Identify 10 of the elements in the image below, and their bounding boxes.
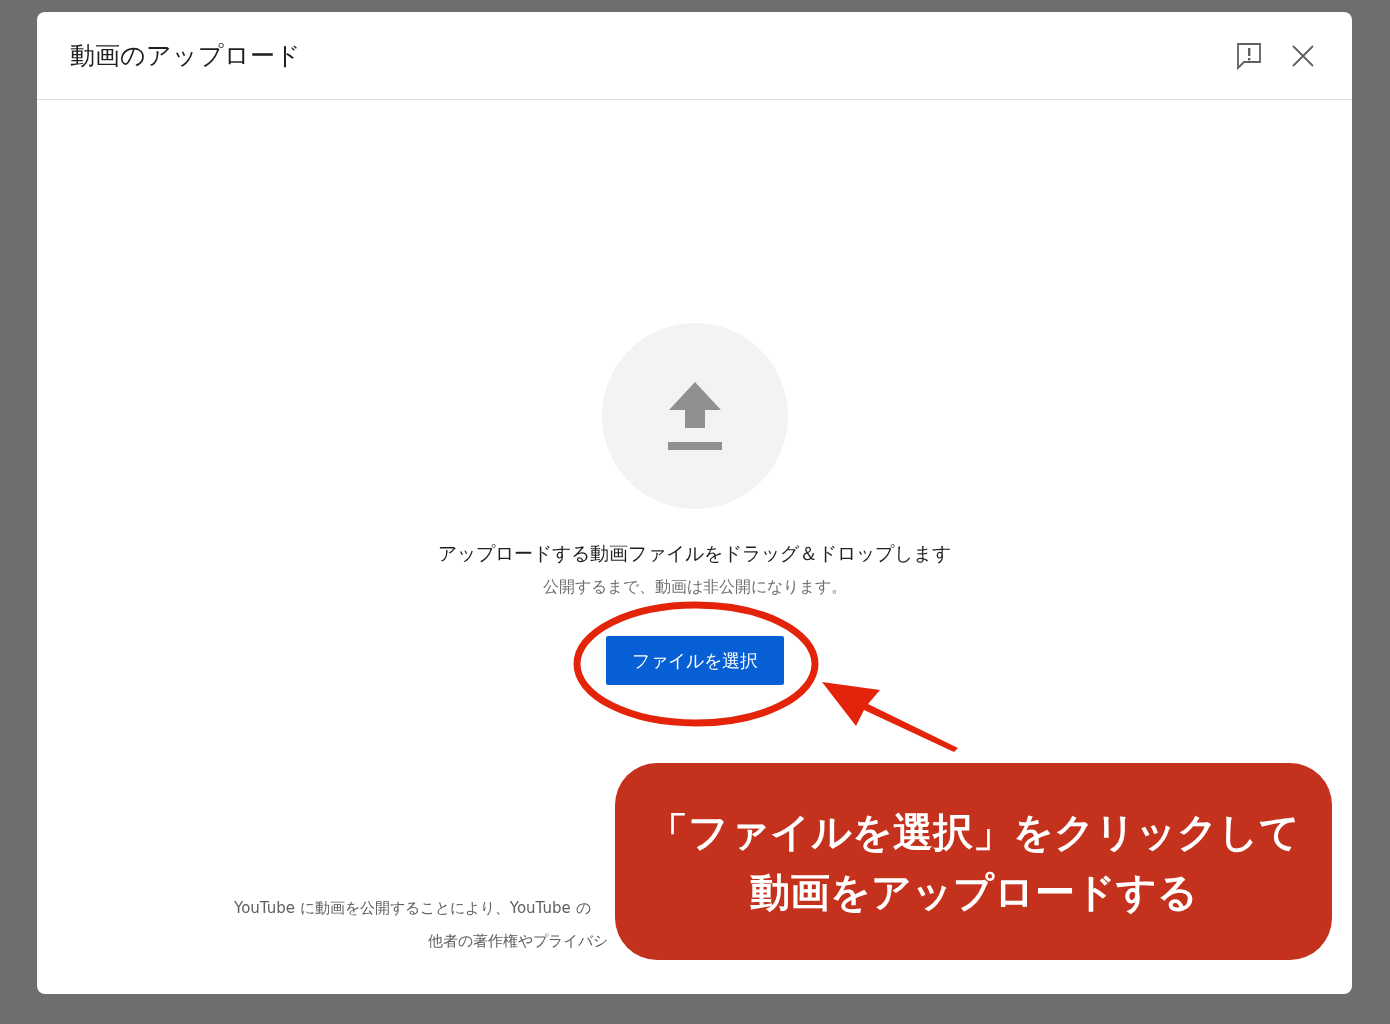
close-icon[interactable]: [1292, 44, 1314, 67]
terms-text: YouTube に動画を公開することにより、YouTube の: [234, 898, 591, 919]
private-note: 公開するまで、動画は非公開になります。: [542, 577, 847, 598]
terms-text: 他者の著作権やプライバシ: [428, 931, 608, 952]
callout-text: 「ファイルを選択」をクリックして 動画をアップロードする: [647, 807, 1300, 917]
dialog-title: 動画のアップロード: [70, 40, 301, 72]
drop-instruction: アップロードする動画ファイルをドラッグ＆ドロップします: [438, 541, 951, 566]
select-file-button[interactable]: ファイルを選択: [605, 636, 784, 685]
upload-icon: [666, 380, 723, 452]
feedback-icon[interactable]: [1236, 41, 1262, 70]
